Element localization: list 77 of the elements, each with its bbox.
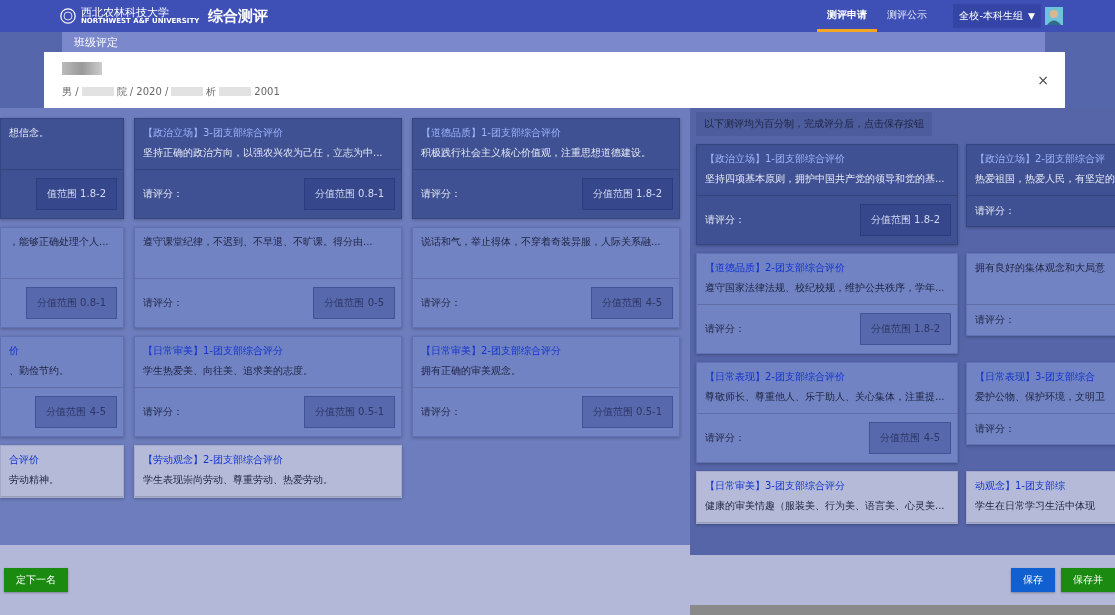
criterion-description: 学生热爱美、向往美、追求美的志度。	[143, 364, 314, 378]
score-field[interactable]: 分值范围 1.8-2	[581, 178, 673, 210]
score-label: 请评分：	[421, 405, 461, 419]
criterion-title: 【政治立场】1-团支部综合评价	[705, 152, 846, 166]
score-label: 请评分：	[705, 322, 745, 336]
criterion-title: 动观念】1-团支部综	[975, 479, 1066, 493]
criterion-title: 【日常审美】2-团支部综合评分	[421, 344, 562, 358]
criterion-title: 【政治立场】2-团支部综合评	[975, 152, 1106, 166]
criterion-title: 【道德品质】1-团支部综合评价	[421, 126, 562, 140]
score-field[interactable]: 分值范围 1.8-2	[859, 313, 951, 345]
notice-text: 以下测评均为百分制，完成评分后，点击保存按钮	[696, 112, 932, 136]
criterion-description: 健康的审美情趣（服装美、行为美、语言美、心灵美...	[705, 499, 946, 513]
criterion-description: 坚持正确的政治方向，以强农兴农为己任，立志为中...	[143, 146, 384, 160]
criterion-description: 拥有正确的审美观念。	[421, 364, 522, 378]
university-name: 西北农林科技大学	[81, 7, 169, 18]
score-field[interactable]: 分值范围 4-5	[869, 422, 951, 454]
score-field[interactable]: 分值范围 0.8-1	[303, 178, 395, 210]
score-field[interactable]: 分值范围 4-5	[35, 396, 117, 428]
score-label: 请评分：	[705, 431, 745, 445]
score-field[interactable]: 分值范围 0-5	[313, 287, 395, 319]
avatar-icon[interactable]	[1045, 7, 1063, 25]
blurred-text	[81, 87, 114, 96]
emblem-icon	[60, 8, 76, 24]
score-label: 请评分：	[421, 187, 461, 201]
criterion-title: 价	[9, 344, 20, 358]
criterion-description: 热爱祖国，热爱人民，有坚定的	[975, 172, 1115, 186]
criterion-title: 【日常表现】3-团支部综合	[975, 370, 1096, 384]
criterion-description: 尊敬师长、尊重他人、乐于助人、关心集体，注重提...	[705, 390, 946, 404]
criterion-title: 合评价	[9, 453, 40, 467]
criterion-description: 学生表现崇尚劳动、尊重劳动、热爱劳动。	[143, 473, 334, 487]
criterion-title: 【日常表现】2-团支部综合评价	[705, 370, 846, 384]
criterion-description: 说话和气，举止得体，不穿着奇装异服，人际关系融...	[421, 235, 662, 249]
criterion-description: 坚持四项基本原则，拥护中国共产党的领导和党的基...	[705, 172, 946, 186]
score-field[interactable]: 分值范围 0.8-1	[25, 287, 117, 319]
score-field[interactable]: 分值范围 4-5	[591, 287, 673, 319]
save-and-next-button[interactable]: 保存并	[1061, 568, 1115, 592]
score-label: 请评分：	[143, 405, 183, 419]
score-label: 请评分：	[975, 313, 1015, 327]
criterion-description: 积极践行社会主义核心价值观，注重思想道德建设。	[421, 146, 652, 160]
student-info-text: 析	[206, 84, 217, 99]
student-info-text: 院 / 2020 /	[116, 84, 169, 99]
score-label: 请评分：	[421, 296, 461, 310]
blurred-name	[62, 61, 102, 75]
student-info-text: 2001	[254, 86, 280, 97]
score-label: 请评分：	[705, 213, 745, 227]
nav-tab[interactable]: 测评公示	[877, 0, 938, 32]
criterion-title: 【日常审美】1-团支部综合评分	[143, 344, 284, 358]
score-label: 请评分：	[975, 204, 1015, 218]
score-field[interactable]: 分值范围 0.5-1	[581, 396, 673, 428]
criterion-title: 【日常审美】3-团支部综合评分	[705, 479, 846, 493]
criterion-description: 遵守课堂纪律，不迟到、不早退、不旷课。得分由...	[143, 235, 374, 249]
app-title: 综合测评	[208, 6, 269, 26]
section-title: 班级评定	[74, 34, 118, 50]
criterion-description: 劳动精神。	[9, 473, 60, 487]
close-button[interactable]: ×	[1031, 71, 1055, 89]
criterion-description: 想信念。	[9, 126, 50, 140]
score-field[interactable]: 分值范围 1.8-2	[859, 204, 951, 236]
next-button[interactable]: 定下一名	[4, 568, 68, 592]
score-field[interactable]: 分值范围 0.5-1	[303, 396, 395, 428]
criterion-description: 遵守国家法律法规、校纪校规，维护公共秩序，学年...	[705, 281, 946, 295]
criterion-title: 【道德品质】2-团支部综合评价	[705, 261, 846, 275]
score-label: 请评分：	[975, 422, 1015, 436]
criterion-title: 【劳动观念】2-团支部综合评价	[143, 453, 284, 467]
criterion-description: 拥有良好的集体观念和大局意	[975, 261, 1106, 275]
criterion-description: 学生在日常学习生活中体现	[975, 499, 1096, 513]
blurred-text	[171, 87, 204, 96]
score-field[interactable]: 值范围 1.8-2	[35, 178, 117, 210]
group-dropdown[interactable]: 全校-本科生组 ▼	[953, 4, 1041, 28]
criterion-description: ，能够正确处理个人...	[9, 235, 110, 249]
criterion-description: 、勤俭节约。	[9, 364, 70, 378]
save-button[interactable]: 保存	[1011, 568, 1055, 592]
criterion-description: 爱护公物、保护环境，文明卫	[975, 390, 1106, 404]
student-info-text: 男 /	[62, 84, 79, 99]
criterion-title: 【政治立场】3-团支部综合评价	[143, 126, 284, 140]
blurred-text	[219, 87, 252, 96]
score-label: 请评分：	[143, 187, 183, 201]
score-label: 请评分：	[143, 296, 183, 310]
